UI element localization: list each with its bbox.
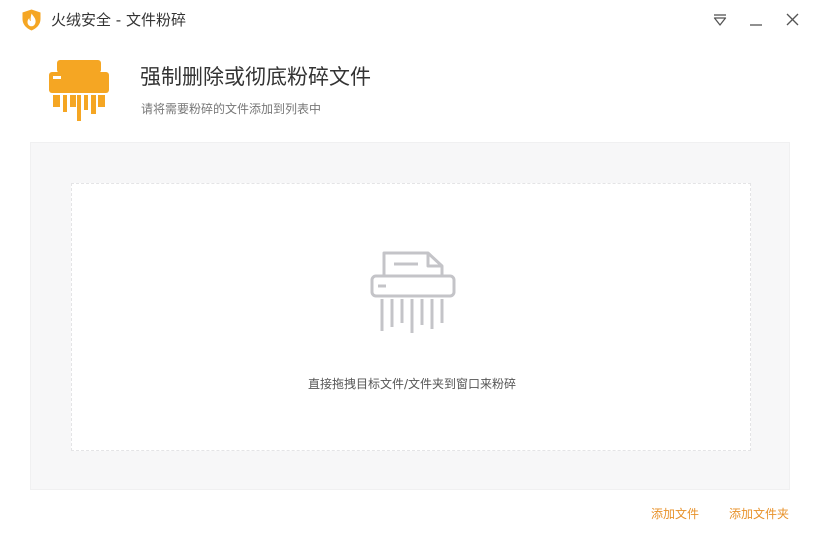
page-subtitle: 请将需要粉碎的文件添加到列表中 <box>141 102 322 116</box>
shredder-outline-icon <box>370 251 456 333</box>
file-shredder-window: 火绒安全 - 文件粉碎 强制删除或彻底粉碎文件 请将需要粉碎的文件添加到列表中 … <box>0 0 820 540</box>
title-bar[interactable]: 火绒安全 - 文件粉碎 <box>0 0 820 40</box>
add-folder-link[interactable]: 添加文件夹 <box>729 506 789 523</box>
add-file-link[interactable]: 添加文件 <box>651 506 699 523</box>
drop-zone[interactable]: 直接拖拽目标文件/文件夹到窗口来粉碎 <box>71 183 751 451</box>
close-button[interactable] <box>782 10 802 30</box>
shredder-icon <box>49 60 109 121</box>
close-icon <box>786 13 799 26</box>
window-title: 火绒安全 - 文件粉碎 <box>51 11 186 29</box>
minimize-button[interactable] <box>746 10 766 30</box>
minimize-icon <box>750 24 762 26</box>
file-list-panel: 直接拖拽目标文件/文件夹到窗口来粉碎 <box>30 142 790 490</box>
drop-hint: 直接拖拽目标文件/文件夹到窗口来粉碎 <box>307 377 517 391</box>
flame-shield-icon <box>22 9 41 31</box>
menu-button[interactable] <box>710 10 730 30</box>
page-title: 强制删除或彻底粉碎文件 <box>140 65 371 89</box>
triangle-menu-icon <box>713 14 727 26</box>
